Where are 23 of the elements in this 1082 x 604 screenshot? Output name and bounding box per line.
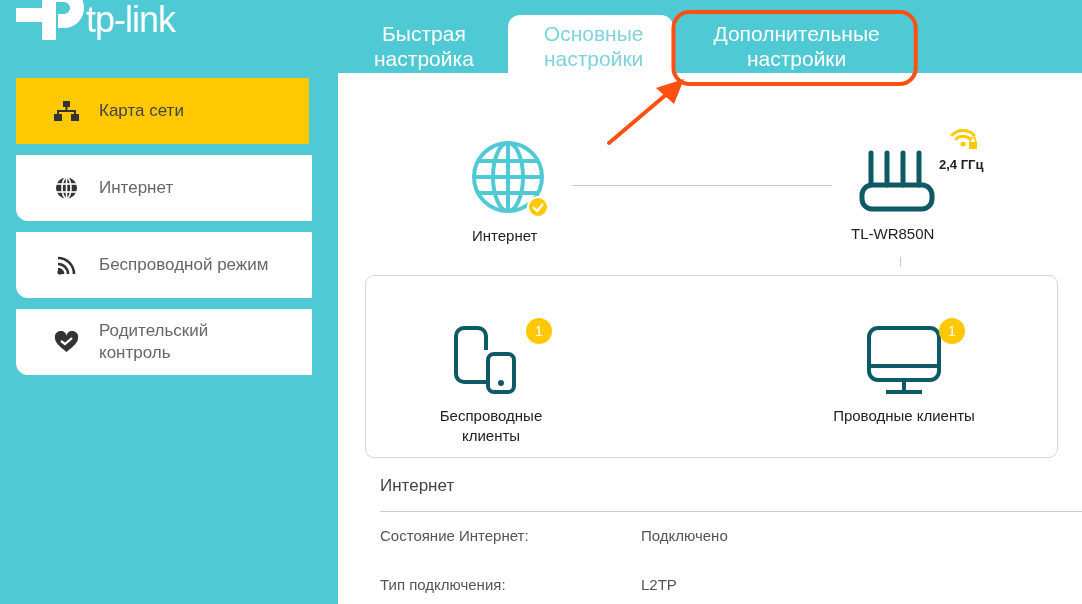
- section-title: Интернет: [380, 473, 1082, 512]
- router-icon: [858, 149, 936, 213]
- globe-icon: [54, 177, 79, 199]
- sidebar-item[interactable]: Интернет: [16, 155, 312, 221]
- heart-icon: [54, 331, 79, 353]
- monitor-icon: [865, 324, 943, 396]
- field-label: Состояние Интернет:: [380, 525, 530, 546]
- internet-label: Интернет: [472, 226, 538, 246]
- sidebar-item[interactable]: Карта сети: [16, 78, 309, 144]
- wifi-lock-icon: [950, 127, 978, 151]
- network-icon: [54, 100, 79, 122]
- router-model-label: TL-WR850N: [851, 224, 935, 244]
- count-badge: 1: [526, 318, 552, 344]
- clients-label: Беспроводные клиенты: [438, 406, 544, 445]
- clients-label: Проводные клиенты: [833, 406, 975, 426]
- count-badge: 1: [939, 318, 965, 344]
- band-label: 2,4 ГГц: [939, 156, 984, 174]
- field-value: Подключено: [641, 525, 728, 546]
- field-label: Тип подключения:: [380, 574, 507, 595]
- sidebar-item[interactable]: Беспроводной режим: [16, 232, 312, 298]
- field-value: L2TP: [641, 574, 677, 595]
- logo-text: tp-link: [86, 2, 176, 38]
- sidebar-item[interactable]: Родительский контроль: [16, 309, 312, 375]
